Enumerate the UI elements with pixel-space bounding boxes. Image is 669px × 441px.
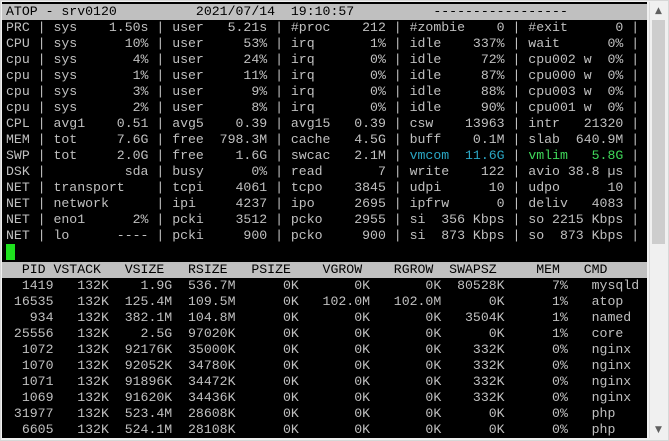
stat-line: SWP | tot 2.0G | free 1.6G | swcac 2.1M … <box>6 148 639 164</box>
terminal-window[interactable]: ATOP - srv0120 2021/07/14 19:10:57 -----… <box>2 2 647 438</box>
stat-line: DSK | sda | busy 0% | read 7 | write 122… <box>6 164 639 180</box>
stat-line: NET | lo ---- | pcki 900 | pcko 900 | si… <box>6 228 639 244</box>
stat-line: MEM | tot 7.6G | free 798.3M | cache 4.5… <box>6 132 639 148</box>
stat-line: cpu | sys 4% | user 24% | irq 0% | idle … <box>6 52 639 68</box>
scroll-up-icon[interactable]: ▲ <box>650 2 667 19</box>
stat-highlight: vmlim 5.8G <box>528 148 624 163</box>
stat-text: MEM | tot 7.6G | free 798.3M | cache 4.5… <box>6 132 640 147</box>
stat-line: NET | network | ipi 4237 | ipo 2695 | ip… <box>6 196 639 212</box>
process-table-header: PID VSTACK VSIZE RSIZE PSIZE VGROW RGROW… <box>2 262 647 278</box>
process-row: 1069 132K 91620K 34436K 0K 0K 0K 332K 0%… <box>6 390 632 405</box>
stat-text: PRC | sys 1.50s | user 5.21s | #proc 212… <box>6 20 640 35</box>
stat-text: NET | network | ipi 4237 | ipo 2695 | ip… <box>6 196 640 211</box>
stat-text: cpu | sys 2% | user 8% | irq 0% | idle 9… <box>6 100 640 115</box>
stat-line: cpu | sys 2% | user 8% | irq 0% | idle 9… <box>6 100 639 116</box>
stat-line: NET | transport | tcpi 4061 | tcpo 3845 … <box>6 180 639 196</box>
stat-text: cpu | sys 3% | user 9% | irq 0% | idle 8… <box>6 84 640 99</box>
scrollbar-thumb[interactable] <box>652 20 665 244</box>
stat-text: NET | transport | tcpi 4061 | tcpo 3845 … <box>6 180 640 195</box>
stat-text: cpu | sys 1% | user 11% | irq 0% | idle … <box>6 68 640 83</box>
stat-line: PRC | sys 1.50s | user 5.21s | #proc 212… <box>6 20 639 36</box>
process-row: 1419 132K 1.9G 536.7M 0K 0K 0K 80528K 7%… <box>6 278 640 293</box>
terminal-cursor <box>6 244 15 260</box>
process-row: 31977 132K 523.4M 28608K 0K 0K 0K 0K 0% … <box>6 406 616 421</box>
process-row: 934 132K 382.1M 104.8M 0K 0K 0K 3504K 1%… <box>6 310 632 325</box>
stat-text: DSK | sda | busy 0% | read 7 | write 122… <box>6 164 640 179</box>
stat-line: CPU | sys 10% | user 53% | irq 1% | idle… <box>6 36 639 52</box>
atop-header-bar: ATOP - srv0120 2021/07/14 19:10:57 -----… <box>2 4 647 20</box>
stat-line: NET | eno1 2% | pcki 3512 | pcko 2955 | … <box>6 212 639 228</box>
stat-text: SWP | tot 2.0G | free 1.6G | swcac 2.1M … <box>6 148 410 163</box>
process-row: 25556 132K 2.5G 97020K 0K 0K 0K 0K 1% co… <box>6 326 624 341</box>
vertical-scrollbar[interactable]: ▲ ▼ <box>649 2 667 438</box>
stat-text: CPU | sys 10% | user 53% | irq 1% | idle… <box>6 36 640 51</box>
stat-text: NET | lo ---- | pcki 900 | pcko 900 | si… <box>6 228 640 243</box>
process-row: 6605 132K 524.1M 28108K 0K 0K 0K 0K 0% p… <box>6 422 616 437</box>
stat-line: CPL | avg1 0.51 | avg5 0.39 | avg15 0.39… <box>6 116 639 132</box>
stat-text: CPL | avg1 0.51 | avg5 0.39 | avg15 0.39… <box>6 116 640 131</box>
process-row: 1070 132K 92052K 34780K 0K 0K 0K 332K 0%… <box>6 358 632 373</box>
stat-text: | <box>504 148 529 163</box>
scroll-down-icon[interactable]: ▼ <box>650 421 667 438</box>
stat-text: NET | eno1 2% | pcki 3512 | pcko 2955 | … <box>6 212 640 227</box>
stat-line: cpu | sys 1% | user 11% | irq 0% | idle … <box>6 68 639 84</box>
stat-highlight: vmcom 11.6G <box>409 148 505 163</box>
stat-text: | <box>623 148 640 163</box>
stat-line: cpu | sys 3% | user 9% | irq 0% | idle 8… <box>6 84 639 100</box>
stat-text: cpu | sys 4% | user 24% | irq 0% | idle … <box>6 52 640 67</box>
process-row: 1072 132K 92176K 35000K 0K 0K 0K 332K 0%… <box>6 342 632 357</box>
process-row: 16535 132K 125.4M 109.5M 0K 102.0M 102.0… <box>6 294 624 309</box>
process-row: 1071 132K 91896K 34472K 0K 0K 0K 332K 0%… <box>6 374 632 389</box>
